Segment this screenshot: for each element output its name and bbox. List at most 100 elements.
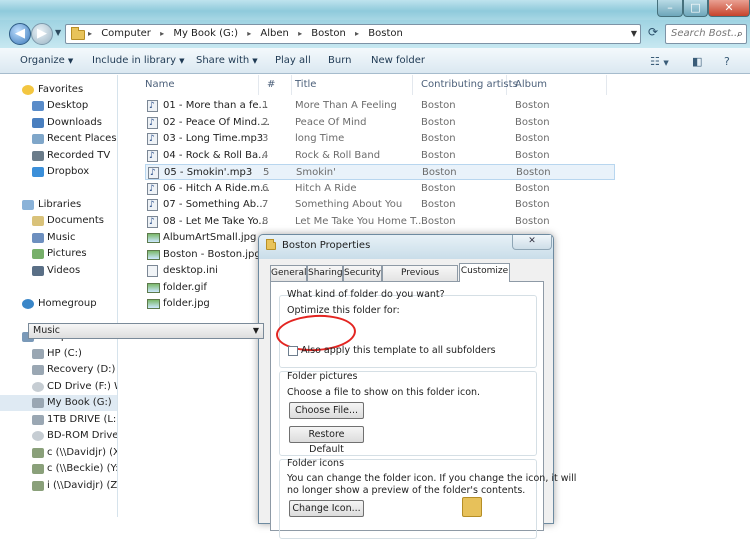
nav-drive-my-book[interactable]: My Book (G:) — [0, 395, 117, 411]
nav-drive-recovery[interactable]: Recovery (D:) — [0, 362, 117, 378]
cd-drive-icon — [32, 382, 44, 392]
downloads-icon — [32, 118, 44, 128]
nav-music[interactable]: Music — [0, 230, 117, 246]
nav-videos[interactable]: Videos — [0, 263, 117, 279]
file-name: 08 - Let Me Take Yo... — [163, 215, 268, 227]
dialog-close-button[interactable]: ✕ — [512, 235, 552, 250]
close-window-button[interactable]: ✕ — [708, 0, 750, 17]
column-title[interactable]: Title — [287, 75, 413, 95]
folder-icons-group — [279, 459, 537, 539]
nav-libraries[interactable]: Libraries — [0, 197, 117, 213]
breadcrumb-alben[interactable]: Alben — [260, 28, 288, 39]
file-name: 05 - Smokin'.mp3 — [164, 167, 253, 178]
new-folder-button[interactable]: New folder — [371, 55, 425, 66]
nav-documents[interactable]: Documents — [0, 213, 117, 229]
file-row[interactable]: 05 - Smokin'.mp3 5 Smokin' Boston Boston — [145, 164, 615, 181]
track-number: 4 — [262, 149, 269, 161]
file-row[interactable]: 08 - Let Me Take Yo...8 Let Me Take You H… — [145, 214, 615, 230]
breadcrumb-boston-current[interactable]: Boston — [368, 28, 403, 39]
choose-file-button[interactable]: Choose File... — [289, 402, 364, 419]
tab-customize[interactable]: Customize — [459, 263, 510, 282]
breadcrumb-boston-parent[interactable]: Boston — [311, 28, 346, 39]
file-row[interactable]: 04 - Rock & Roll Ba...4 Rock & Roll Band B… — [145, 148, 615, 164]
help-icon[interactable]: ? — [724, 55, 730, 68]
tab-sharing[interactable]: Sharing — [307, 265, 343, 281]
restore-default-button[interactable]: Restore Default — [289, 426, 364, 455]
tab-previous-versions[interactable]: Previous Versions — [382, 265, 458, 292]
network-drive-icon — [32, 481, 44, 491]
nav-drive-cd[interactable]: CD Drive (F:) WD — [0, 379, 117, 395]
column-album[interactable]: Album — [507, 75, 607, 95]
file-row[interactable]: 01 - More than a fe...1 More Than A Feeli… — [145, 98, 615, 114]
libraries-icon — [22, 200, 34, 210]
share-with-button[interactable]: Share with ▼ — [196, 55, 258, 66]
play-all-button[interactable]: Play all — [275, 55, 311, 66]
nav-downloads[interactable]: Downloads — [0, 115, 117, 131]
nav-desktop[interactable]: Desktop — [0, 98, 117, 114]
audio-file-icon — [148, 165, 159, 181]
optimize-folder-select[interactable]: Music ▼ — [28, 323, 264, 339]
change-view-icon[interactable]: ☷ ▼ — [650, 55, 669, 68]
file-row[interactable]: 06 - Hitch A Ride.m...6 Hitch A Ride Bosto… — [145, 181, 615, 197]
nav-dropbox[interactable]: Dropbox — [0, 164, 117, 180]
file-row[interactable]: 02 - Peace Of Mind....2 Peace Of Mind Bost… — [145, 115, 615, 131]
nav-homegroup[interactable]: Homegroup — [0, 296, 117, 312]
network-drive-icon — [32, 448, 44, 458]
album-name: Boston — [515, 199, 550, 210]
folder-preview-icon — [462, 497, 482, 517]
tab-general[interactable]: General — [270, 265, 307, 281]
nav-drive-1tb[interactable]: 1TB DRIVE (L:) — [0, 412, 117, 428]
minimize-button[interactable]: – — [657, 0, 683, 17]
nav-drive-hp[interactable]: HP (C:) — [0, 346, 117, 362]
column-name[interactable]: Name — [137, 75, 259, 95]
address-toolbar: ◀ ▶ ▼ ▸ Computer ▸ My Book (G:) ▸ Alben … — [0, 20, 750, 48]
nav-recorded-tv[interactable]: Recorded TV — [0, 148, 117, 164]
search-icon[interactable]: ⌕ — [737, 27, 743, 41]
organize-button[interactable]: Organize ▼ — [20, 55, 73, 66]
album-name: Boston — [515, 149, 550, 161]
tab-security[interactable]: Security — [343, 265, 382, 281]
track-number: 7 — [262, 199, 269, 210]
file-row[interactable]: 03 - Long Time.mp33 long Time Boston Boston — [145, 131, 615, 147]
nav-favorites[interactable]: Favorites — [0, 82, 117, 98]
nav-network-drive-y[interactable]: c (\\Beckie) (Y:) — [0, 461, 117, 477]
breadcrumb-computer[interactable]: Computer — [101, 28, 151, 39]
address-dropdown-icon[interactable]: ▼ — [631, 29, 637, 38]
dropbox-icon — [32, 167, 44, 177]
file-row[interactable]: 07 - Something Ab...7 Something About You… — [145, 197, 615, 213]
command-bar: Organize ▼ Include in library ▼ Share with… — [0, 48, 750, 74]
recent-places-icon — [32, 134, 44, 144]
nav-drive-bd-rom[interactable]: BD-ROM Drive (N — [0, 428, 117, 444]
audio-file-icon — [147, 181, 158, 197]
change-icon-button[interactable]: Change Icon... — [289, 500, 364, 517]
nav-network-drive-x[interactable]: c (\\Davidjr) (X:) — [0, 445, 117, 461]
file-name: folder.gif — [163, 281, 207, 293]
column-contributing-artists[interactable]: Contributing artists — [413, 75, 518, 95]
nav-recent-places[interactable]: Recent Places — [0, 131, 117, 147]
contributing-artist: Boston — [421, 182, 456, 194]
address-bar[interactable]: ▸ Computer ▸ My Book (G:) ▸ Alben ▸ Bost… — [65, 24, 641, 44]
maximize-button[interactable]: □ — [683, 0, 708, 17]
image-file-icon — [147, 233, 160, 243]
nav-network-drive-z[interactable]: i (\\Davidjr) (Z:) — [0, 478, 117, 494]
refresh-icon[interactable]: ⟳ — [643, 25, 663, 43]
recent-pages-dropdown-icon[interactable]: ▼ — [55, 28, 61, 37]
drive-icon — [32, 349, 44, 359]
nav-pictures[interactable]: Pictures — [0, 246, 117, 262]
file-name: folder.jpg — [163, 298, 210, 309]
drive-icon — [32, 415, 44, 425]
audio-file-icon — [147, 115, 158, 131]
back-button[interactable]: ◀ — [9, 23, 31, 45]
apply-subfolders-checkbox[interactable] — [288, 346, 298, 356]
drive-icon — [32, 398, 44, 408]
contributing-artist: Boston — [422, 167, 457, 178]
forward-button[interactable]: ▶ — [31, 23, 53, 45]
image-file-icon — [147, 299, 160, 309]
burn-button[interactable]: Burn — [328, 55, 351, 66]
preview-pane-icon[interactable]: ◧ — [692, 55, 702, 68]
breadcrumb-my-book[interactable]: My Book (G:) — [173, 28, 238, 39]
search-input[interactable]: Search Bost... ⌕ — [665, 24, 747, 44]
track-number: 2 — [262, 116, 269, 128]
include-in-library-button[interactable]: Include in library ▼ — [92, 55, 184, 66]
contributing-artist: Boston — [421, 133, 456, 144]
